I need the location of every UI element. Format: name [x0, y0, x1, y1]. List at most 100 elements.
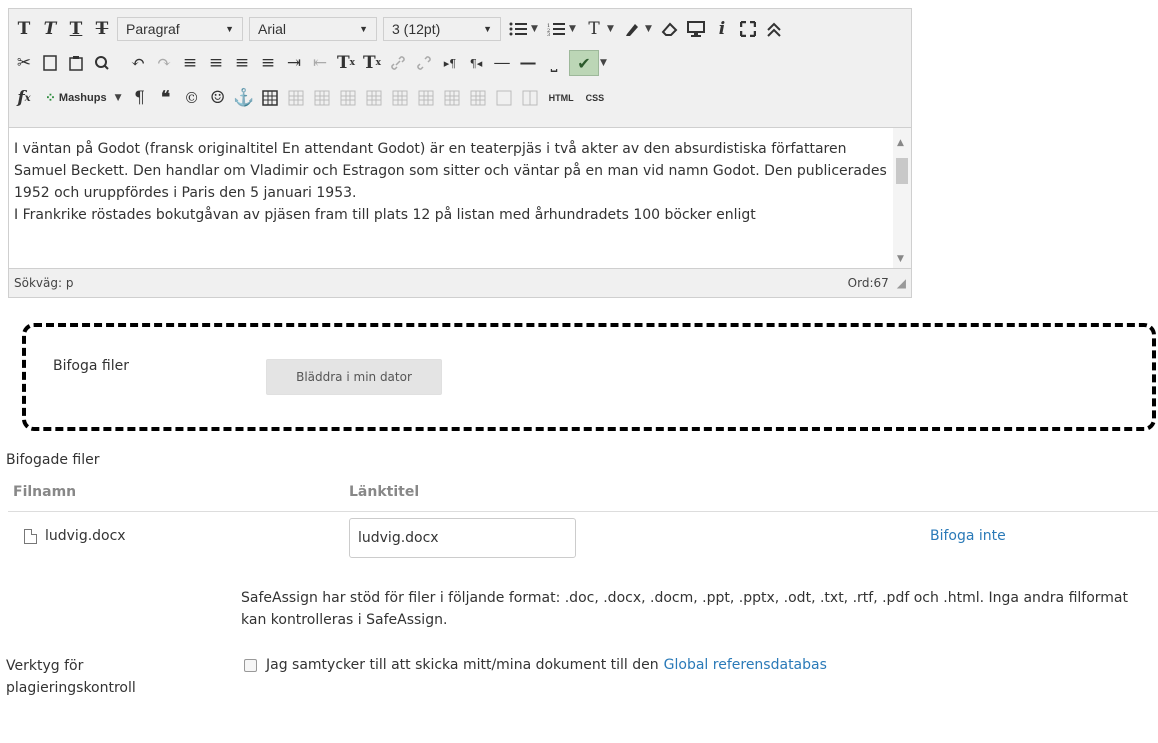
- chevron-down-icon[interactable]: ▼: [531, 24, 539, 34]
- align-left-button[interactable]: ≡: [179, 51, 201, 75]
- mashups-icon: ⁘: [45, 90, 56, 105]
- unlink-icon: [417, 56, 431, 70]
- blockquote-button[interactable]: ❝: [155, 86, 177, 110]
- table-row-before-button[interactable]: [285, 86, 307, 110]
- table-delete-row-button[interactable]: [337, 86, 359, 110]
- italic-button[interactable]: T: [39, 17, 61, 41]
- scroll-up-icon[interactable]: ▲: [897, 138, 904, 148]
- rtl-button[interactable]: ¶◂: [465, 51, 487, 75]
- chevron-down-icon[interactable]: ▼: [645, 24, 653, 34]
- cut-button[interactable]: ✂: [13, 51, 35, 75]
- attached-file-name: ludvig.docx: [45, 528, 126, 544]
- emoticon-button[interactable]: ☺: [207, 86, 229, 110]
- align-center-button[interactable]: ≡: [205, 51, 227, 75]
- editor-text[interactable]: I väntan på Godot (fransk originaltitel …: [14, 138, 894, 226]
- table-col-icon: [392, 90, 408, 106]
- horizontal-rule-thick-button[interactable]: —: [517, 51, 539, 75]
- table-col-before-button[interactable]: [363, 86, 385, 110]
- redo-button[interactable]: ↷: [153, 51, 175, 75]
- paste-button[interactable]: [65, 51, 87, 75]
- text-color-button[interactable]: T: [583, 17, 605, 41]
- scrollbar-thumb[interactable]: [896, 158, 908, 184]
- highlight-button[interactable]: [621, 17, 643, 41]
- special-character-button[interactable]: ©: [181, 86, 203, 110]
- chevron-down-icon[interactable]: ▼: [569, 24, 577, 34]
- fullscreen-button[interactable]: [737, 17, 759, 41]
- align-right-button[interactable]: ≡: [231, 51, 253, 75]
- editor-paragraph: I Frankrike röstades bokutgåvan av pjäse…: [14, 207, 756, 223]
- do-not-attach-link[interactable]: Bifoga inte: [930, 528, 1006, 544]
- table-cell-icon: [496, 90, 512, 106]
- chevron-down-icon[interactable]: ▼: [115, 93, 123, 103]
- strikethrough-button[interactable]: T: [91, 17, 113, 41]
- css-button[interactable]: CSS: [582, 87, 609, 109]
- outdent-button[interactable]: ⇤: [309, 51, 331, 75]
- font-family-select[interactable]: Arial ▼: [249, 17, 377, 41]
- table-merge-cell-button[interactable]: [467, 86, 489, 110]
- table-split-cell-button[interactable]: [441, 86, 463, 110]
- horizontal-rule-button[interactable]: —: [491, 51, 513, 75]
- editor-paragraph: I väntan på Godot (fransk originaltitel …: [14, 141, 887, 201]
- table-col-icon: [366, 90, 382, 106]
- safeassign-note: SafeAssign har stöd för filer i följande…: [241, 590, 1128, 628]
- editor-scrollbar[interactable]: ▲ ▼: [893, 128, 911, 268]
- math-formula-button[interactable]: fx: [13, 86, 35, 110]
- underline-button[interactable]: T: [65, 17, 87, 41]
- subscript-button[interactable]: Tx: [361, 51, 383, 75]
- mashups-button[interactable]: ⁘ Mashups: [39, 86, 113, 110]
- insert-table-button[interactable]: [259, 86, 281, 110]
- copy-icon: [43, 55, 57, 71]
- nonbreaking-space-button[interactable]: ⎵: [543, 51, 565, 75]
- table-cell-icon: [444, 90, 460, 106]
- indent-button[interactable]: ⇥: [283, 51, 305, 75]
- html-source-button[interactable]: HTML: [545, 87, 578, 109]
- collapse-toolbar-button[interactable]: [763, 17, 785, 41]
- editor-content-area[interactable]: I väntan på Godot (fransk originaltitel …: [9, 127, 911, 269]
- spellcheck-button[interactable]: ✔: [569, 50, 599, 76]
- unlink-button[interactable]: [413, 51, 435, 75]
- double-chevron-up-icon: [767, 22, 781, 37]
- superscript-button[interactable]: Tx: [335, 51, 357, 75]
- bold-button[interactable]: T: [13, 17, 35, 41]
- scroll-down-icon[interactable]: ▼: [897, 254, 904, 264]
- toolbar-row-3: fx ⁘ Mashups ▼ ¶ ❝ © ☺ ⚓ HTML CSS: [13, 84, 612, 112]
- font-family-value: Arial: [258, 21, 287, 37]
- monitor-icon: [687, 21, 705, 37]
- attach-files-label: Bifoga filer: [53, 358, 129, 374]
- numbered-list-button[interactable]: 123: [545, 17, 567, 41]
- font-size-select[interactable]: 3 (12pt) ▼: [383, 17, 501, 41]
- format-block-select[interactable]: Paragraf ▼: [117, 17, 243, 41]
- table-col-after-button[interactable]: [389, 86, 411, 110]
- anchor-button[interactable]: ⚓: [233, 86, 255, 110]
- global-reference-database-link[interactable]: Global referensdatabas: [664, 657, 827, 673]
- resize-handle-icon[interactable]: ◢: [897, 276, 906, 290]
- paragraph-mark-button[interactable]: ¶: [129, 86, 151, 110]
- align-justify-button[interactable]: ≡: [257, 51, 279, 75]
- browse-computer-button[interactable]: Bläddra i min dator: [266, 359, 442, 395]
- ltr-button[interactable]: ▸¶: [439, 51, 461, 75]
- copy-button[interactable]: [39, 51, 61, 75]
- table-row-after-button[interactable]: [311, 86, 333, 110]
- find-button[interactable]: [91, 51, 113, 75]
- eraser-icon: [661, 22, 678, 36]
- chevron-down-icon[interactable]: ▼: [607, 24, 615, 34]
- bullet-list-button[interactable]: [507, 17, 529, 41]
- status-right: Ord:67 ◢: [848, 276, 906, 290]
- table-delete-col-button[interactable]: [415, 86, 437, 110]
- link-title-input[interactable]: [349, 518, 576, 558]
- clear-formatting-button[interactable]: [659, 17, 681, 41]
- table-cell-props-button[interactable]: [493, 86, 515, 110]
- table-row-icon: [288, 90, 304, 106]
- column-header-filename: Filnamn: [13, 484, 77, 500]
- consent-checkbox[interactable]: [244, 658, 257, 672]
- table-props-button[interactable]: [519, 86, 541, 110]
- undo-button[interactable]: ↶: [127, 51, 149, 75]
- font-size-value: 3 (12pt): [392, 21, 441, 37]
- chevron-down-icon: ▼: [225, 24, 234, 34]
- plagiarism-tool-label-line1: Verktyg för: [6, 658, 84, 674]
- preview-button[interactable]: [685, 17, 707, 41]
- chevron-down-icon[interactable]: ▼: [600, 58, 608, 68]
- table-cell-icon: [522, 90, 538, 106]
- info-button[interactable]: i: [711, 17, 733, 41]
- insert-link-button[interactable]: [387, 51, 409, 75]
